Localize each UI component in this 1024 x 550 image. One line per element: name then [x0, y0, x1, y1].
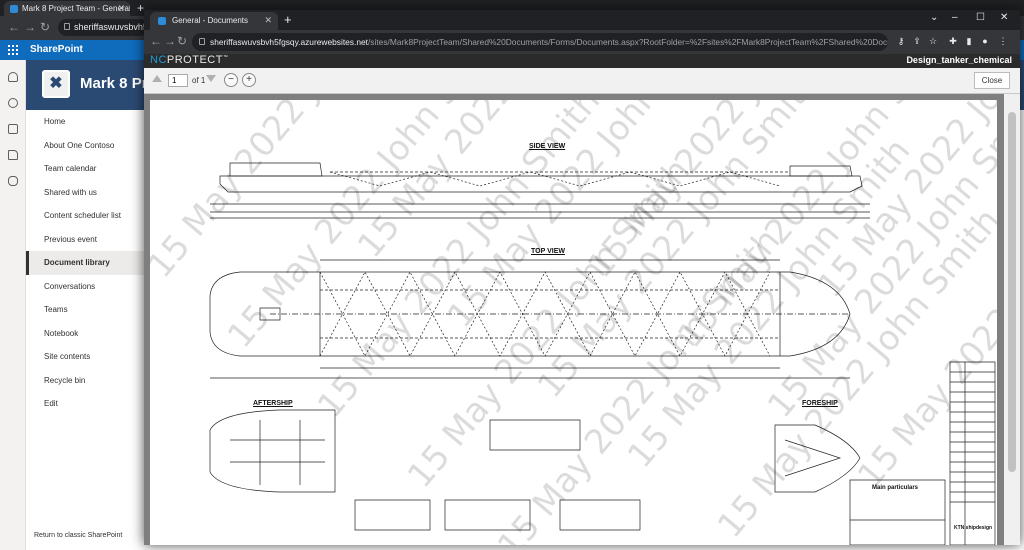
background-tab[interactable]: Mark 8 Project Team - General - ... ✕	[4, 1, 130, 16]
side-view-forecastle	[789, 165, 853, 177]
nav-item-shared-with-us[interactable]: Shared with us	[26, 181, 146, 205]
side-panel-icon[interactable]: ▮	[964, 36, 974, 46]
nav-item-notebook[interactable]: Notebook	[26, 322, 146, 346]
popup-address-bar: ← → ↻ sheriffaswuvsbvh5fgsqy.azurewebsit…	[144, 30, 1020, 54]
profile-icon[interactable]: ●	[980, 36, 990, 46]
site-logo-tools-icon[interactable]: ✖	[42, 70, 70, 98]
nav-item-document-library[interactable]: Document library	[26, 251, 146, 275]
popup-tab-title: General - Documents	[172, 16, 249, 25]
nav-item-conversations[interactable]: Conversations	[26, 275, 146, 299]
forward-arrow-icon[interactable]: →	[164, 34, 176, 48]
key-icon[interactable]: ⚷	[896, 36, 906, 46]
side-view-hull	[219, 175, 863, 193]
lock-icon	[199, 38, 205, 45]
page-count: of 1	[192, 76, 206, 85]
share-icon[interactable]: ⇪	[912, 36, 922, 46]
side-view-label: SIDE VIEW	[529, 143, 566, 150]
popup-tab[interactable]: General - Documents ✕	[150, 12, 278, 30]
drawing-sheet: SIDE VIEW TOP VIEW AFTERSHIP FORESHIP Ma…	[150, 100, 997, 545]
foreship-label: FORESHIP	[802, 400, 838, 407]
tanker-drawing	[209, 162, 996, 545]
nav-item-previous-event[interactable]: Previous event	[26, 228, 146, 252]
back-arrow-icon[interactable]: ←	[150, 34, 162, 48]
new-tab-icon[interactable]: +	[284, 12, 292, 27]
top-view-label: TOP VIEW	[531, 248, 565, 255]
nav-item-recycle-bin[interactable]: Recycle bin	[26, 369, 146, 393]
previous-page-icon[interactable]	[152, 75, 162, 82]
ncprotect-bar: NCPROTECT™ Design_tanker_chemical	[144, 54, 1020, 68]
viewer-scrollbar[interactable]	[1004, 94, 1020, 545]
site-navigation: Home About One Contoso Team calendar Sha…	[26, 110, 146, 416]
new-tab-icon[interactable]: +	[137, 1, 144, 15]
lock-icon	[64, 23, 70, 30]
background-tab-title: Mark 8 Project Team - General - ...	[22, 4, 130, 13]
back-arrow-icon[interactable]: ←	[8, 20, 20, 34]
popup-tab-bar: General - Documents ✕ + ⌄ – ☐ ✕	[144, 10, 1020, 30]
zoom-out-icon[interactable]: −	[224, 73, 238, 87]
database-icon[interactable]	[8, 176, 18, 186]
close-tab-icon[interactable]: ✕	[117, 3, 125, 14]
maximize-icon[interactable]: ☐	[976, 12, 985, 23]
ncprotect-logo-nc: NC	[150, 54, 167, 66]
tab-search-icon[interactable]: ⌄	[930, 12, 938, 23]
nav-item-home[interactable]: Home	[26, 110, 146, 134]
close-window-icon[interactable]: ✕	[1000, 12, 1008, 23]
reload-icon[interactable]: ↻	[40, 20, 50, 34]
next-page-icon[interactable]	[206, 75, 216, 82]
zoom-in-icon[interactable]: +	[242, 73, 256, 87]
main-particulars-label: Main particulars	[872, 485, 919, 491]
home-icon[interactable]	[8, 72, 18, 82]
nav-item-about[interactable]: About One Contoso	[26, 134, 146, 158]
document-file-name: Design_tanker_chemical	[906, 55, 1012, 65]
sharepoint-favicon-icon	[10, 5, 18, 13]
foreship-outline	[774, 424, 861, 493]
page-number-input[interactable]: 1	[168, 74, 188, 87]
nav-item-content-scheduler[interactable]: Content scheduler list	[26, 204, 146, 228]
viewer-toolbar: 1 of 1 − + Close	[144, 68, 1020, 94]
nav-item-teams[interactable]: Teams	[26, 298, 146, 322]
sharepoint-favicon-icon	[158, 17, 166, 25]
url-path: /sites/Mark8ProjectTeam/Shared%20Documen…	[367, 37, 888, 47]
close-button[interactable]: Close	[974, 72, 1010, 89]
close-tab-icon[interactable]: ✕	[264, 15, 272, 26]
file-icon[interactable]	[8, 150, 18, 160]
designer-label: KTN shipdesign	[954, 525, 993, 531]
forward-arrow-icon[interactable]: →	[24, 20, 36, 34]
reload-icon[interactable]: ↻	[177, 34, 187, 48]
return-to-classic-link[interactable]: Return to classic SharePoint	[34, 532, 122, 539]
popup-url-field[interactable]: sheriffaswuvsbvh5fgsqy.azurewebsites.net…	[192, 33, 888, 51]
aftership-label: AFTERSHIP	[253, 400, 293, 407]
ncprotect-logo: NCPROTECT™	[150, 54, 228, 66]
minimize-icon[interactable]: –	[952, 12, 958, 23]
bookmark-star-icon[interactable]: ☆	[928, 36, 938, 46]
scrollbar-thumb[interactable]	[1008, 112, 1016, 472]
menu-icon[interactable]: ⋮	[998, 36, 1008, 46]
news-icon[interactable]	[8, 124, 18, 134]
background-url-field[interactable]: sheriffaswuvsbvh5fgs...	[58, 19, 148, 36]
nav-item-site-contents[interactable]: Site contents	[26, 345, 146, 369]
globe-icon[interactable]	[8, 98, 18, 108]
background-url-text: sheriffaswuvsbvh5fgs...	[74, 22, 148, 32]
popup-browser-window: General - Documents ✕ + ⌄ – ☐ ✕ ← → ↻ sh…	[144, 10, 1020, 545]
side-view-superstructure	[229, 162, 323, 177]
ncprotect-logo-rest: PROTECT	[166, 54, 223, 66]
sharepoint-app-rail	[0, 60, 26, 550]
document-viewer[interactable]: SIDE VIEW TOP VIEW AFTERSHIP FORESHIP Ma…	[144, 94, 1020, 545]
aftership-outline	[209, 409, 336, 493]
app-launcher-icon[interactable]	[8, 45, 18, 55]
nav-item-team-calendar[interactable]: Team calendar	[26, 157, 146, 181]
extensions-icon[interactable]: ✚	[948, 36, 958, 46]
title-block	[949, 361, 996, 545]
ncprotect-logo-tm: ™	[222, 54, 229, 61]
nav-item-edit[interactable]: Edit	[26, 392, 146, 416]
url-host: sheriffaswuvsbvh5fgsqy.azurewebsites.net	[210, 37, 368, 47]
sharepoint-app-name[interactable]: SharePoint	[30, 44, 83, 55]
